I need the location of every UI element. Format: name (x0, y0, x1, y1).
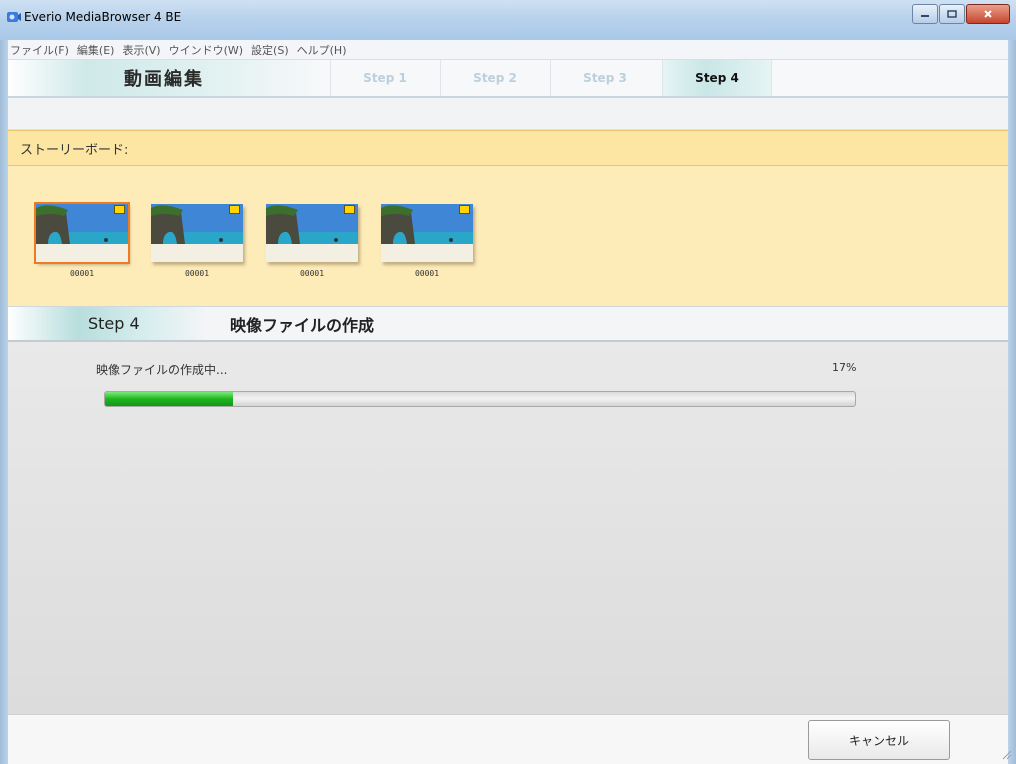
step-title: 映像ファイルの作成 (230, 315, 375, 335)
storyboard-area: 00001 00001 00001 00001 (8, 166, 1008, 306)
menu-bar: ファイル(F) 編集(E) 表示(V) ウインドウ(W) 設定(S) ヘルプ(H… (8, 40, 1008, 60)
step-header: 動画編集 Step 1 Step 2 Step 3 Step 4 (8, 60, 1008, 98)
window-frame-left (0, 40, 8, 764)
edit-mode-title: 動画編集 (8, 60, 320, 96)
progress-bar-fill (105, 392, 233, 406)
maximize-icon (947, 10, 957, 18)
step-section-bar: Step 4 映像ファイルの作成 (8, 306, 1008, 342)
storyboard-clip[interactable]: 00001 (266, 204, 358, 278)
maximize-button[interactable] (939, 4, 965, 24)
clip-label: 00001 (69, 269, 95, 278)
toolbar-area (8, 98, 1008, 130)
tab-step-4[interactable]: Step 4 (662, 60, 772, 96)
minimize-icon (921, 15, 929, 17)
close-button[interactable] (966, 4, 1010, 24)
clip-badge-icon (344, 205, 355, 214)
title-bar[interactable]: Everio MediaBrowser 4 BE (0, 0, 1016, 40)
tab-step-3[interactable]: Step 3 (550, 60, 659, 96)
menu-file[interactable]: ファイル(F) (10, 42, 69, 58)
window-controls (911, 4, 1010, 26)
storyboard-clip[interactable]: 00001 (34, 202, 130, 278)
cancel-button[interactable]: キャンセル (808, 720, 950, 760)
menu-view[interactable]: 表示(V) (122, 42, 160, 58)
menu-help[interactable]: ヘルプ(H) (297, 42, 347, 58)
tab-step-1[interactable]: Step 1 (330, 60, 439, 96)
minimize-button[interactable] (912, 4, 938, 24)
clip-thumbnail (34, 202, 130, 264)
menu-settings[interactable]: 設定(S) (251, 42, 289, 58)
clip-badge-icon (114, 205, 125, 214)
progress-percent: 17% (832, 361, 857, 374)
step-label: Step 4 (8, 307, 208, 340)
progress-bar (104, 391, 856, 407)
menu-window[interactable]: ウインドウ(W) (169, 42, 243, 58)
app-logo-icon (7, 12, 21, 22)
storyboard-header: ストーリーボード: (8, 130, 1008, 166)
clip-thumbnail (381, 204, 473, 262)
clip-badge-icon (229, 205, 240, 214)
clip-label: 00001 (414, 269, 440, 278)
clip-label: 00001 (299, 269, 325, 278)
clip-thumbnail (266, 204, 358, 262)
resize-grip-icon[interactable] (1000, 748, 1012, 760)
storyboard-label: ストーリーボード: (20, 142, 129, 158)
storyboard-clip[interactable]: 00001 (151, 204, 243, 278)
menu-edit[interactable]: 編集(E) (77, 42, 115, 58)
window-title: Everio MediaBrowser 4 BE (24, 10, 182, 24)
clip-thumbnail (151, 204, 243, 262)
clip-label: 00001 (184, 269, 210, 278)
storyboard-clip[interactable]: 00001 (381, 204, 473, 278)
window-frame-right (1008, 40, 1016, 764)
close-icon (984, 10, 992, 18)
tab-step-2[interactable]: Step 2 (440, 60, 549, 96)
clip-badge-icon (459, 205, 470, 214)
progress-status-text: 映像ファイルの作成中... (96, 363, 228, 377)
